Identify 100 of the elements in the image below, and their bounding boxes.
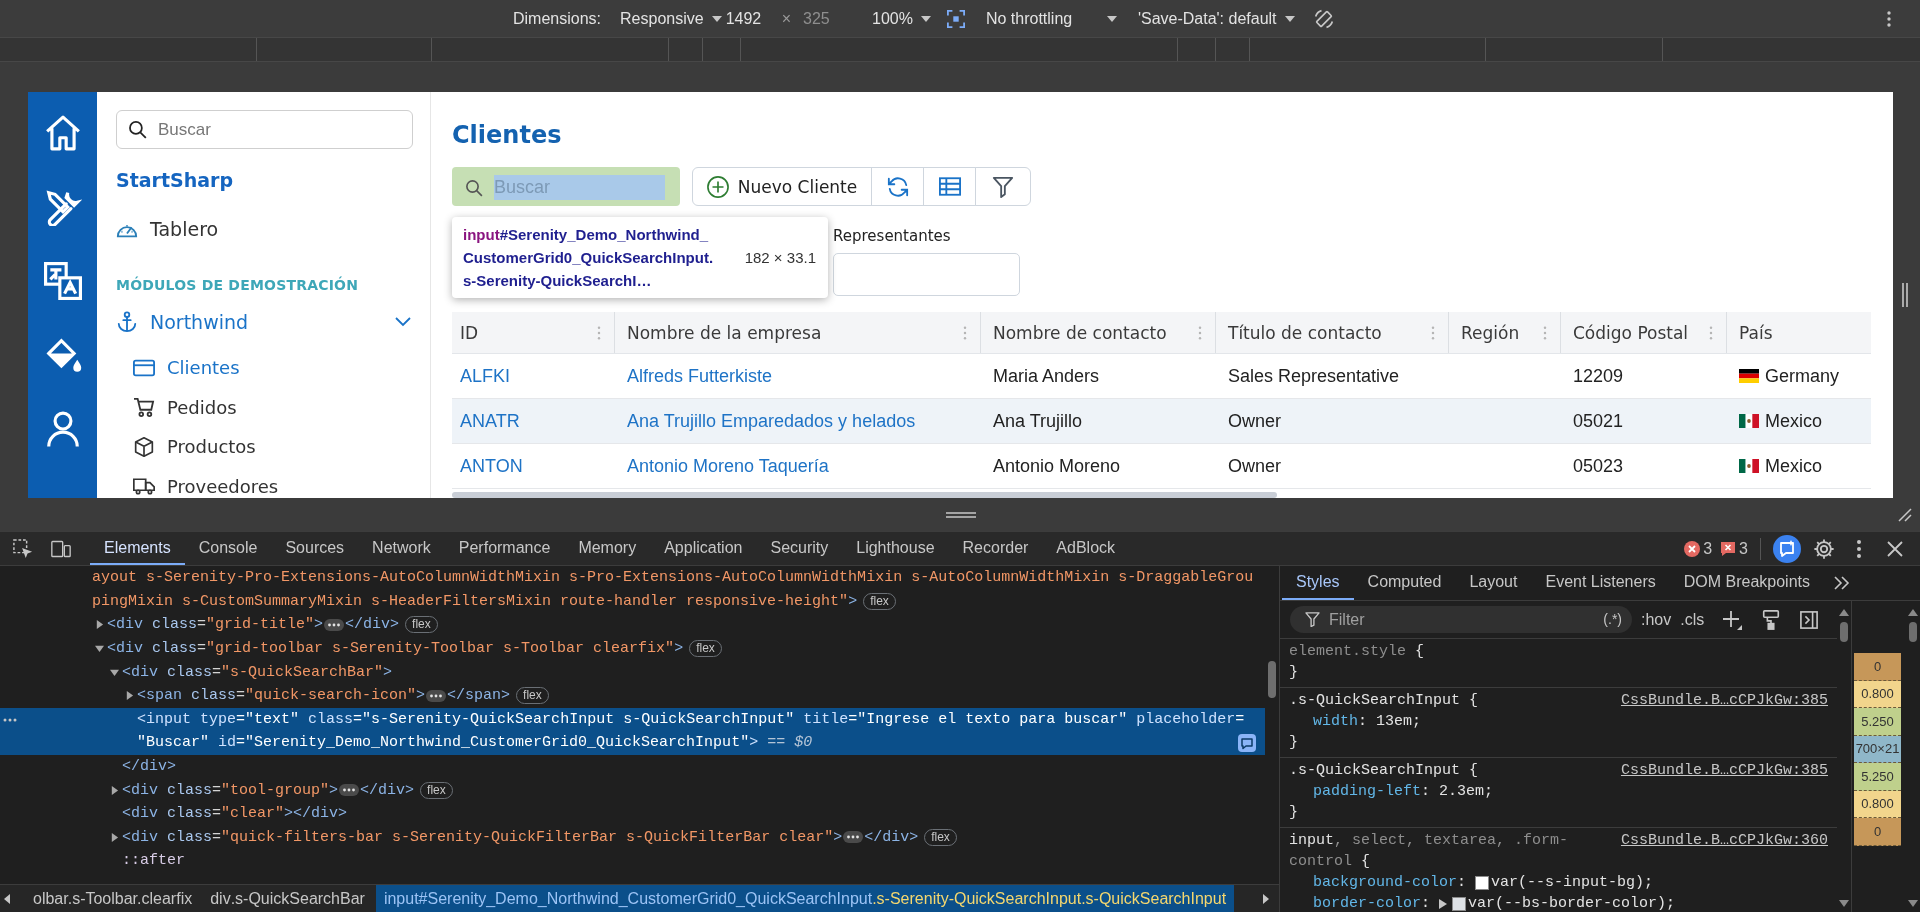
width-field[interactable]: 1492: [725, 6, 776, 31]
resize-handle-icon[interactable]: [1901, 283, 1909, 307]
styles-tab[interactable]: DOM Breakpoints: [1669, 566, 1824, 600]
throttling-dropdown[interactable]: No throttling: [985, 5, 1117, 32]
color-swatch-icon[interactable]: [1452, 896, 1467, 911]
breadcrumb[interactable]: olbar.s-Toolbar.clearfix: [24, 885, 202, 912]
state-toggle-button[interactable]: :hov: [1641, 610, 1672, 629]
more-dots-icon[interactable]: [3, 717, 17, 722]
column-header[interactable]: Región: [1449, 312, 1561, 353]
scrollbar-thumb[interactable]: [1840, 622, 1848, 642]
dom-tree-node[interactable]: <div class="grid-title"> </div> flex: [95, 613, 438, 637]
menu-item[interactable]: Pedidos: [133, 387, 237, 427]
state-toggle-button[interactable]: .cls: [1680, 610, 1705, 629]
devtools-tab[interactable]: Elements: [90, 532, 185, 565]
home-icon[interactable]: [43, 114, 82, 152]
closing-tag[interactable]: </div>: [110, 754, 176, 779]
regex-toggle[interactable]: (.*): [1603, 611, 1622, 628]
column-picker-button[interactable]: [923, 167, 976, 206]
settings-icon[interactable]: [1813, 537, 1835, 560]
height-field[interactable]: 325: [803, 6, 853, 31]
customer-id-link[interactable]: ANTON: [460, 455, 523, 477]
ellipsis-icon[interactable]: [324, 619, 345, 631]
source-link[interactable]: CssBundle.B…cCPJkGw:360: [1620, 830, 1828, 851]
rotate-icon[interactable]: [1313, 8, 1334, 29]
column-header[interactable]: Nombre de la empresa: [615, 312, 981, 353]
dom-tree-node[interactable]: <div class="quick-filters-bar s-Serenity-QuickFilterBar s-QuickFilterBar clear"> </div> flex: [110, 825, 957, 850]
scroll-up-icon[interactable]: [1839, 609, 1849, 616]
column-header[interactable]: Título de contacto: [1216, 312, 1449, 353]
styles-tab[interactable]: Event Listeners: [1531, 566, 1670, 600]
menu-item[interactable]: Tablero: [116, 216, 219, 242]
column-header[interactable]: Código Postal: [1561, 312, 1727, 353]
inspect-icon[interactable]: [13, 538, 33, 559]
breadcrumb[interactable]: div.s-QuickSearchBar: [201, 885, 374, 912]
css-declaration[interactable]: background-color: var(--s-input-bg);: [1289, 872, 1654, 893]
chat-sparkle-icon[interactable]: [1773, 534, 1801, 563]
devtools-tab[interactable]: AdBlock: [1042, 532, 1130, 565]
source-link[interactable]: CssBundle.B…cCPJkGw:385: [1620, 760, 1828, 781]
scroll-up-icon[interactable]: [1908, 609, 1918, 616]
menu-item[interactable]: Productos: [133, 427, 256, 467]
scrollbar-thumb[interactable]: [452, 492, 1277, 498]
viewfinder-icon[interactable]: [946, 9, 965, 28]
caret-right-icon[interactable]: [125, 691, 134, 701]
caret-right-icon[interactable]: [1439, 898, 1448, 909]
devtools-tab[interactable]: Sources: [271, 532, 359, 565]
company-link[interactable]: Antonio Moreno Taquería: [627, 455, 829, 477]
dom-tree-node[interactable]: <input type="text" class="s-Serenity-QuickSearchInput s-QuickSearchInput" title="Ingrese el texto para buscar" placeholder= "Buscar" id="Serenity_Demo_Northwind_CustomerGrid0_QuickSearchInput"> == $0: [0, 707, 1265, 755]
styles-tab[interactable]: Computed: [1353, 566, 1456, 600]
sidebar-toggle-icon[interactable]: [1800, 609, 1819, 630]
css-declaration[interactable]: border-color: var(--bs-border-color);: [1289, 893, 1676, 912]
refresh-button[interactable]: [871, 167, 924, 206]
zoom-dropdown[interactable]: 100%: [872, 5, 931, 32]
ellipsis-icon[interactable]: [426, 689, 447, 702]
dom-tree-node[interactable]: <div class="tool-group"> </div> flex: [110, 778, 453, 802]
paint-roller-icon[interactable]: [1762, 609, 1781, 630]
css-selector[interactable]: .s-QuickSearchInput {: [1289, 760, 1479, 781]
devtools-tab[interactable]: Security: [756, 532, 843, 565]
devtools-tab[interactable]: Performance: [444, 532, 565, 565]
chevrons-right-icon[interactable]: [1834, 576, 1850, 590]
drag-handle-icon[interactable]: [946, 511, 976, 518]
devtools-tab[interactable]: Recorder: [948, 532, 1043, 565]
scroll-down-icon[interactable]: [1839, 900, 1849, 907]
caret-right-icon[interactable]: [110, 832, 119, 842]
save-data-dropdown[interactable]: 'Save-Data': default: [1137, 5, 1295, 32]
device-preset-dropdown[interactable]: Responsive: [620, 5, 722, 32]
search-field[interactable]: Buscar: [116, 110, 413, 149]
company-link[interactable]: Ana Trujillo Emparedados y helados: [627, 410, 916, 432]
breadcrumb[interactable]: input#Serenity_Demo_Northwind_CustomerGrid0_QuickSearchInput.s-Serenity-QuickSearchInput.s-QuickSearchInput: [375, 885, 1235, 912]
column-header[interactable]: Nombre de contacto: [981, 312, 1216, 353]
dom-tree-node[interactable]: ::after: [110, 849, 185, 873]
kebab-menu-icon[interactable]: [1857, 539, 1861, 558]
issue-count-button[interactable]: 3: [1720, 539, 1748, 558]
dom-tree-node[interactable]: <div class="s-QuickSearchBar">: [110, 660, 393, 684]
devtools-tab[interactable]: Console: [184, 532, 272, 565]
column-header[interactable]: ID: [452, 312, 615, 353]
devtools-tab[interactable]: Network: [358, 532, 445, 565]
styles-tab[interactable]: Styles: [1282, 566, 1354, 600]
ellipsis-icon[interactable]: [339, 784, 360, 797]
css-selector[interactable]: element.style {: [1289, 641, 1425, 662]
menu-item[interactable]: Proveedores: [133, 466, 279, 498]
filter-input[interactable]: [833, 253, 1020, 296]
devtools-tab[interactable]: Lighthouse: [842, 532, 949, 565]
caret-down-icon[interactable]: [95, 644, 104, 654]
resize-corner-icon[interactable]: [1898, 507, 1912, 522]
scroll-right-icon[interactable]: [1263, 893, 1269, 904]
styles-tab[interactable]: Layout: [1455, 566, 1532, 600]
new-customer-button[interactable]: Nuevo Cliente: [692, 167, 872, 206]
module-menu-item[interactable]: Northwind: [116, 309, 413, 335]
css-selector[interactable]: .s-QuickSearchInput {: [1289, 690, 1479, 711]
customer-id-link[interactable]: ALFKI: [460, 365, 511, 387]
dom-tree-node[interactable]: <div class="grid-toolbar s-Serenity-Toolbar s-Toolbar clearfix"> flex: [95, 636, 722, 661]
plus-icon[interactable]: [1722, 609, 1743, 630]
scrollbar-thumb[interactable]: [1268, 661, 1276, 698]
source-link[interactable]: CssBundle.B…cCPJkGw:385: [1620, 690, 1828, 711]
translate-icon[interactable]: [43, 262, 82, 300]
devtools-tab[interactable]: Application: [650, 532, 757, 565]
css-declaration[interactable]: width: 13em;: [1289, 711, 1422, 732]
caret-right-icon[interactable]: [110, 785, 119, 795]
dom-tree-node[interactable]: <span class="quick-search-icon"> </span> flex: [125, 683, 549, 708]
column-header[interactable]: País: [1727, 312, 1871, 353]
close-icon[interactable]: [1887, 540, 1903, 557]
